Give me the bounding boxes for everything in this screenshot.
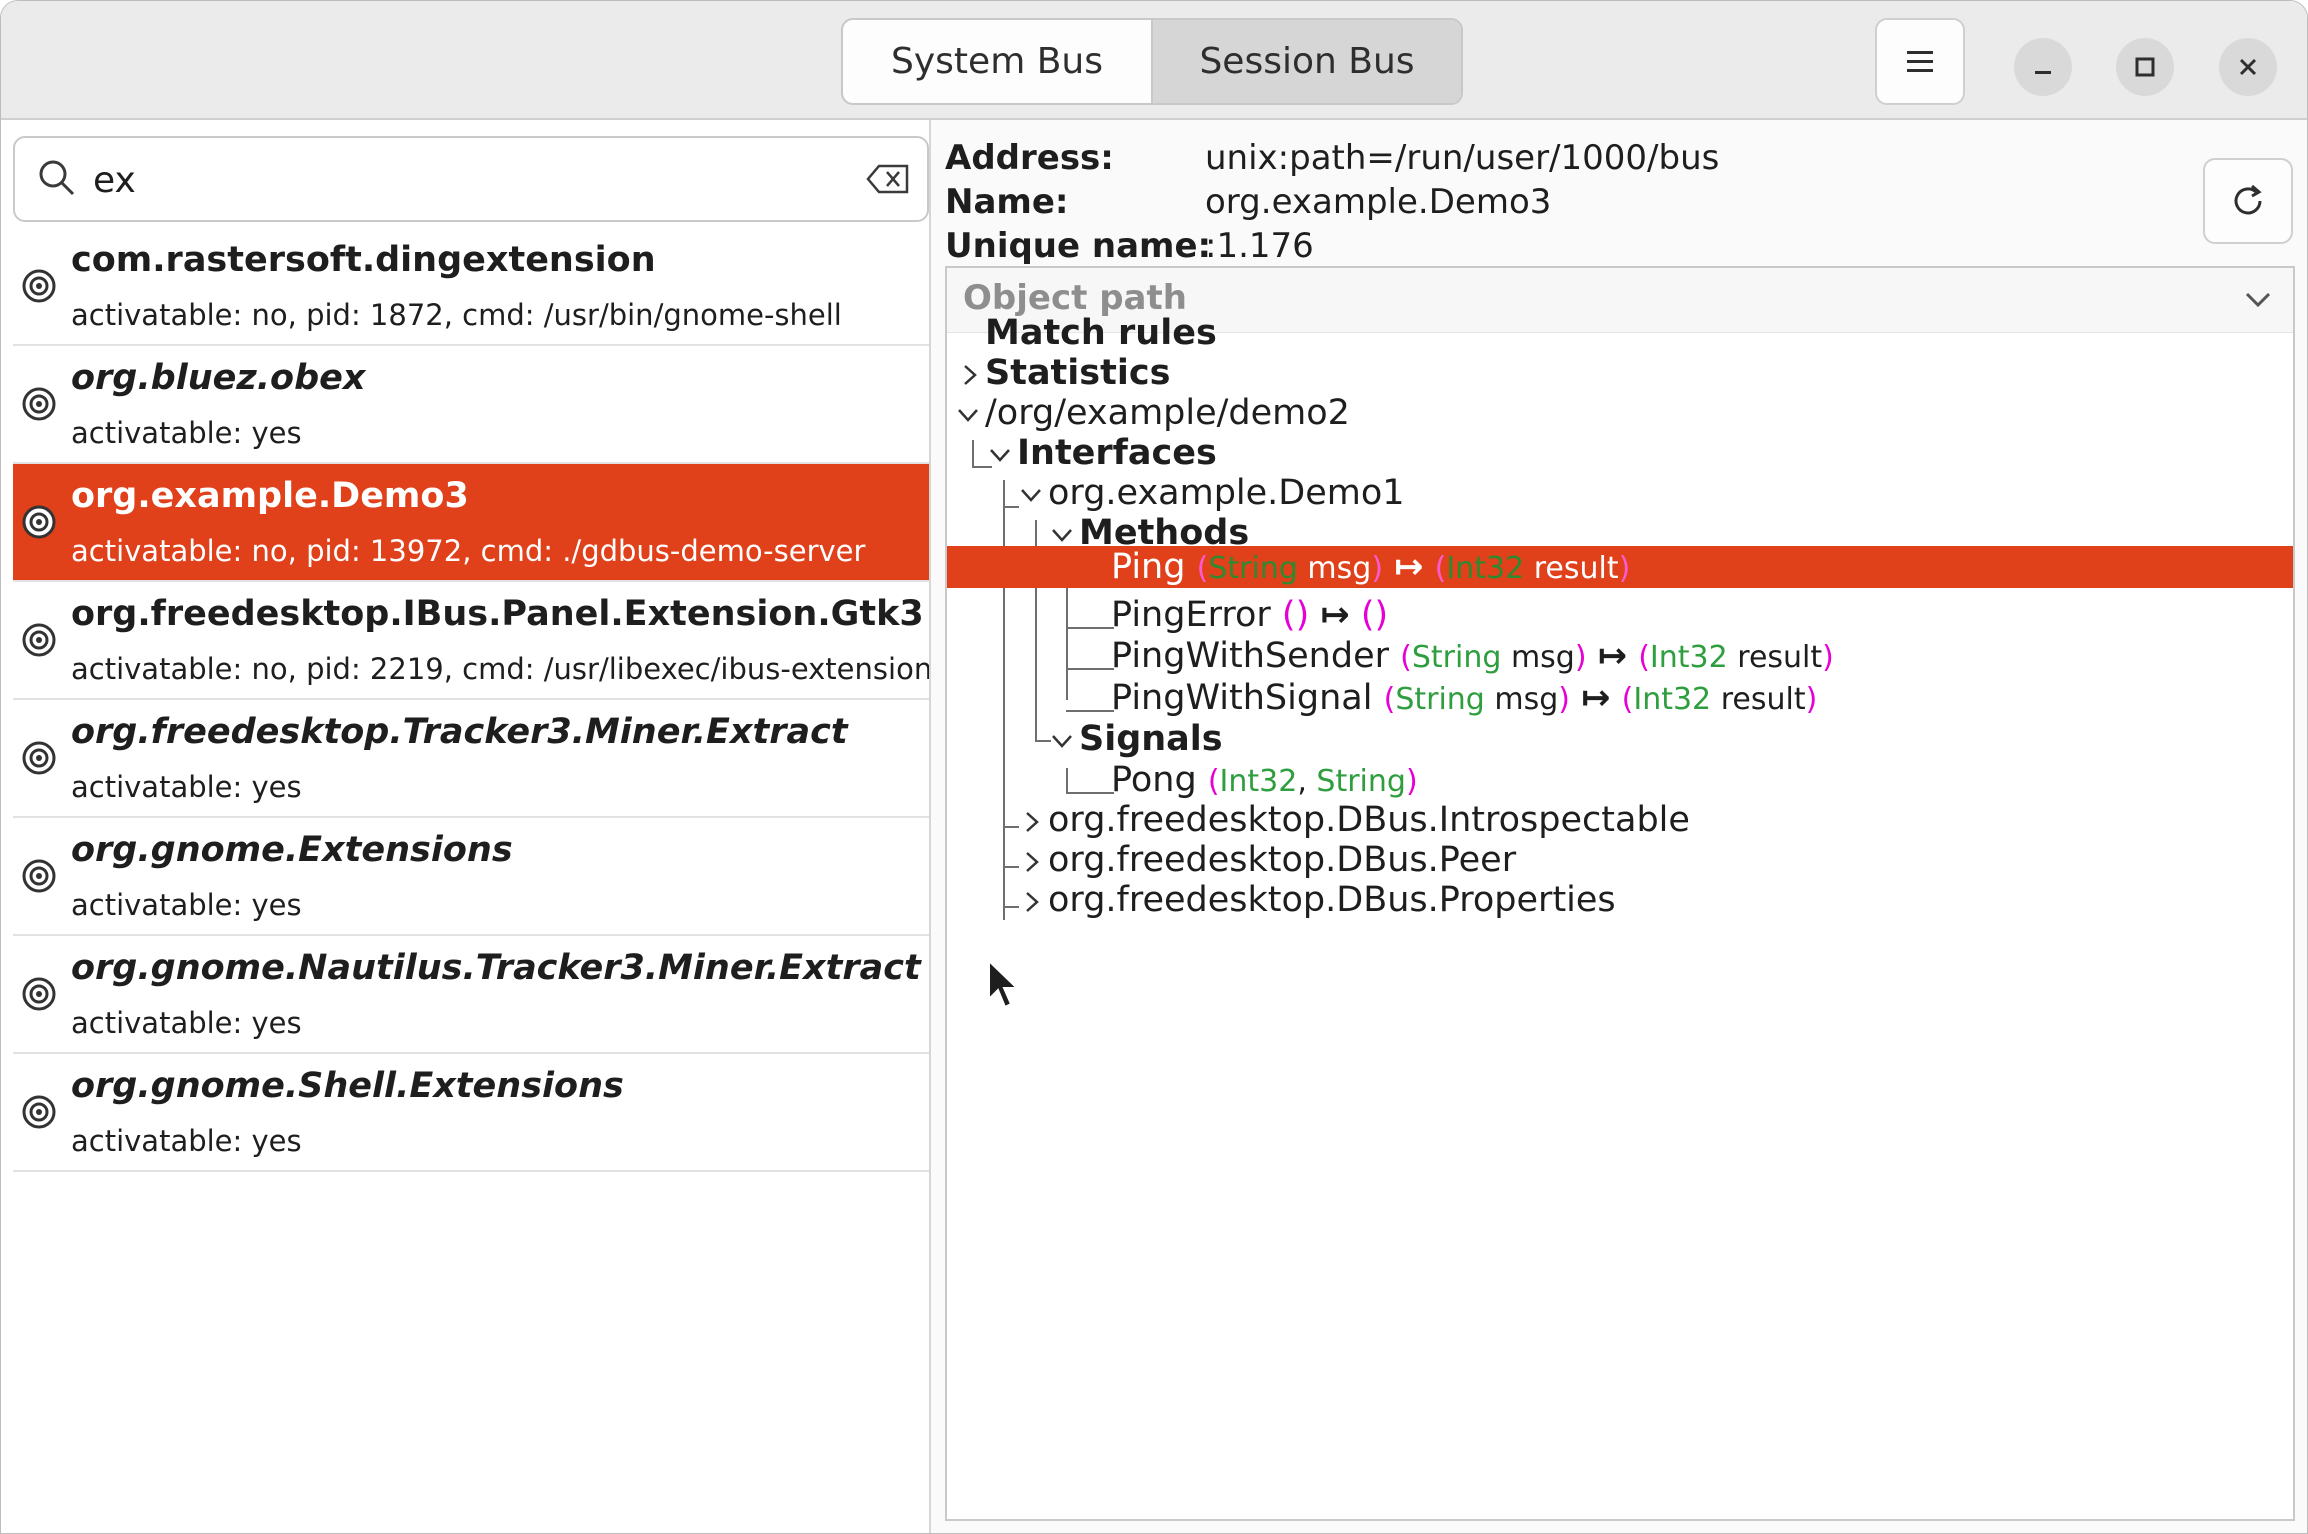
- maps-to-arrow: ↦: [1394, 547, 1424, 587]
- arg-name: msg: [1307, 551, 1372, 586]
- service-item[interactable]: org.freedesktop.IBus.Panel.Extension.Gtk…: [13, 582, 929, 700]
- tree-row-interface[interactable]: org.freedesktop.DBus.Properties: [947, 873, 2293, 929]
- service-name: org.freedesktop.IBus.Panel.Extension.Gtk…: [71, 594, 924, 634]
- service-item[interactable]: org.gnome.Shell.Extensions activatable: …: [13, 1054, 929, 1172]
- method-signature: PingWithSender (String msg) ↦ (Int32 res…: [1111, 636, 1834, 676]
- service-detail: activatable: yes: [71, 416, 302, 450]
- chevron-down-icon[interactable]: [1049, 730, 1075, 752]
- service-item[interactable]: com.rastersoft.dingextension activatable…: [13, 228, 929, 346]
- chevron-right-icon[interactable]: [959, 362, 981, 388]
- arg-name: result: [1737, 640, 1823, 675]
- refresh-icon: [2234, 184, 2262, 215]
- maximize-button[interactable]: [2116, 38, 2174, 96]
- service-name: org.example.Demo3: [71, 476, 469, 516]
- minimize-icon: [2035, 71, 2051, 74]
- maximize-icon: [2135, 57, 2155, 77]
- tree-label: org.freedesktop.DBus.Properties: [1048, 880, 1616, 920]
- method-name: Ping: [1111, 547, 1186, 587]
- service-item-selected[interactable]: org.example.Demo3 activatable: no, pid: …: [13, 464, 929, 582]
- chevron-down-icon[interactable]: [987, 444, 1013, 466]
- arg-type: Int32: [1446, 551, 1525, 586]
- service-name: org.gnome.Nautilus.Tracker3.Miner.Extrac…: [71, 948, 921, 988]
- service-name: org.bluez.obex: [71, 358, 366, 398]
- service-icon: [22, 859, 56, 893]
- unique-name-value: :1.176: [1205, 226, 1314, 266]
- address-value: unix:path=/run/user/1000/bus: [1205, 138, 1720, 178]
- header-bar: System Bus Session Bus: [1, 1, 2307, 120]
- service-item[interactable]: org.bluez.obex activatable: yes: [13, 346, 929, 464]
- chevron-right-icon[interactable]: [1021, 809, 1043, 835]
- service-detail: activatable: yes: [71, 1124, 302, 1158]
- bus-switcher: System Bus Session Bus: [841, 18, 1463, 105]
- service-item[interactable]: org.gnome.Nautilus.Tracker3.Miner.Extrac…: [13, 936, 929, 1054]
- maps-to-arrow: ↦: [1597, 636, 1628, 676]
- method-name: PingWithSender: [1111, 636, 1390, 676]
- service-name: org.gnome.Shell.Extensions: [71, 1066, 624, 1106]
- system-bus-tab[interactable]: System Bus: [843, 20, 1151, 103]
- object-tree: Object path Match rules Statistics /org/…: [945, 266, 2295, 1521]
- service-icon: [22, 977, 56, 1011]
- service-name: org.freedesktop.Tracker3.Miner.Extract: [71, 712, 848, 752]
- minimize-button[interactable]: [2014, 38, 2072, 96]
- search-input[interactable]: [91, 150, 855, 210]
- service-detail: activatable: no, pid: 1872, cmd: /usr/bi…: [71, 298, 842, 332]
- chevron-down-icon[interactable]: [955, 404, 981, 426]
- service-detail: activatable: yes: [71, 1006, 302, 1040]
- refresh-button[interactable]: [2203, 158, 2293, 244]
- tree-row-method-selected[interactable]: Ping (String msg) ↦ (Int32 result): [947, 546, 2293, 588]
- service-item[interactable]: org.freedesktop.Tracker3.Miner.Extract a…: [13, 700, 929, 818]
- service-detail: activatable: no, pid: 2219, cmd: /usr/li…: [71, 652, 929, 686]
- unique-name-label: Unique name:: [945, 226, 1212, 266]
- service-icon: [22, 741, 56, 775]
- service-icon: [22, 387, 56, 421]
- close-button[interactable]: [2219, 38, 2277, 96]
- chevron-right-icon[interactable]: [1021, 849, 1043, 875]
- dbus-explorer-window: System Bus Session Bus ex com.rastersoft…: [0, 0, 2308, 1534]
- name-label: Name:: [945, 182, 1069, 222]
- chevron-right-icon[interactable]: [1021, 889, 1043, 915]
- service-icon: [22, 505, 56, 539]
- main-menu-button[interactable]: [1875, 18, 1965, 105]
- clear-search-icon[interactable]: [865, 163, 911, 195]
- service-name: com.rastersoft.dingextension: [71, 240, 656, 280]
- service-detail: activatable: no, pid: 13972, cmd: ./gdbu…: [71, 534, 866, 568]
- arg-type: Int32: [1649, 640, 1728, 675]
- arg-name: msg: [1510, 640, 1575, 675]
- search-icon: [39, 160, 75, 196]
- hamburger-menu-icon: [1907, 50, 1933, 72]
- session-bus-tab[interactable]: Session Bus: [1151, 20, 1461, 103]
- method-signature: Ping (String msg) ↦ (Int32 result): [1111, 547, 1631, 587]
- chevron-down-icon[interactable]: [1049, 524, 1075, 546]
- name-value: org.example.Demo3: [1205, 182, 1552, 222]
- service-item[interactable]: org.gnome.Extensions activatable: yes: [13, 818, 929, 936]
- service-detail: activatable: yes: [71, 888, 302, 922]
- arg-type: String: [1208, 551, 1298, 586]
- mouse-pointer-icon: [988, 959, 1020, 1009]
- service-icon: [22, 623, 56, 657]
- close-icon: [2239, 58, 2257, 76]
- address-label: Address:: [945, 138, 1114, 178]
- service-list: com.rastersoft.dingextension activatable…: [13, 228, 929, 1172]
- chevron-down-icon[interactable]: [1018, 484, 1044, 506]
- service-panel: com.rastersoft.dingextension activatable…: [1, 120, 931, 1533]
- service-name: org.gnome.Extensions: [71, 830, 513, 870]
- service-icon: [22, 1095, 56, 1129]
- service-detail: activatable: yes: [71, 770, 302, 804]
- arg-name: result: [1533, 551, 1619, 586]
- search-box[interactable]: [13, 136, 929, 222]
- arg-type: String: [1411, 640, 1502, 675]
- service-icon: [22, 269, 56, 303]
- details-panel: Address: unix:path=/run/user/1000/bus Na…: [931, 120, 2307, 1533]
